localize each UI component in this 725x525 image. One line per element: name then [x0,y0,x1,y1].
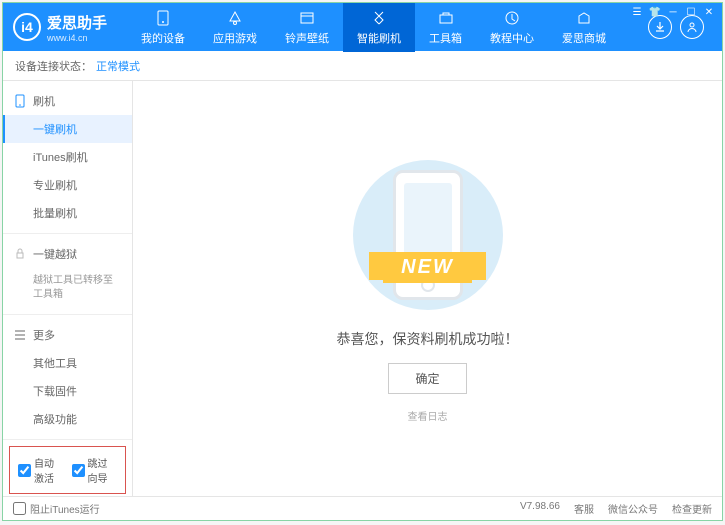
status-label: 设备连接状态： [15,58,92,74]
block-itunes-checkbox[interactable]: 阻止iTunes运行 [13,501,100,516]
success-message: 恭喜您，保资料刷机成功啦！ [337,329,519,349]
phone-icon [13,94,27,108]
nav-icon-6 [575,9,593,27]
success-illustration: NEW [333,155,523,315]
user-button[interactable] [680,15,704,39]
app-title: 爱思助手 [47,12,107,33]
version-label: V7.98.66 [520,501,560,516]
app-url: www.i4.cn [47,33,107,43]
skin-icon[interactable]: 👕 [648,7,662,17]
sidebar-item-flash-1[interactable]: iTunes刷机 [3,143,132,171]
nav-icon-1 [226,9,244,27]
sidebar-item-more-1[interactable]: 下载固件 [3,377,132,405]
skip-guide-checkbox[interactable]: 跳过向导 [72,455,118,485]
nav-icon-5 [503,9,521,27]
nav-item-5[interactable]: 教程中心 [476,3,548,52]
footer-link-update[interactable]: 检查更新 [672,501,712,516]
menu-icon[interactable]: ☰ [630,7,644,17]
footer-link-support[interactable]: 客服 [574,501,594,516]
sidebar: 刷机 一键刷机iTunes刷机专业刷机批量刷机 一键越狱 越狱工具已转移至工具箱… [3,81,133,496]
nav-item-2[interactable]: 铃声壁纸 [271,3,343,52]
logo-icon: i4 [13,13,41,41]
new-ribbon: NEW [383,252,472,283]
view-log-link[interactable]: 查看日志 [408,408,448,423]
nav-icon-4 [437,9,455,27]
status-bar: 设备连接状态： 正常模式 [3,51,722,81]
nav-item-3[interactable]: 智能刷机 [343,3,415,52]
main-nav: 我的设备应用游戏铃声壁纸智能刷机工具箱教程中心爱思商城 [127,3,648,52]
nav-item-1[interactable]: 应用游戏 [199,3,271,52]
auto-activate-checkbox[interactable]: 自动激活 [18,455,64,485]
sidebar-item-flash-0[interactable]: 一键刷机 [3,115,132,143]
lock-icon [13,247,27,261]
nav-icon-0 [154,9,172,27]
main-content: NEW 恭喜您，保资料刷机成功啦！ 确定 查看日志 [133,81,722,496]
close-button[interactable]: ✕ [702,7,716,17]
sidebar-group-jailbreak[interactable]: 一键越狱 [3,240,132,268]
sidebar-item-flash-2[interactable]: 专业刷机 [3,171,132,199]
footer-link-wechat[interactable]: 微信公众号 [608,501,658,516]
list-icon [13,328,27,342]
titlebar: i4 爱思助手 www.i4.cn 我的设备应用游戏铃声壁纸智能刷机工具箱教程中… [3,3,722,51]
maximize-button[interactable]: ☐ [684,7,698,17]
nav-icon-3 [370,9,388,27]
jailbreak-note: 越狱工具已转移至工具箱 [3,268,132,308]
option-checkboxes: 自动激活 跳过向导 [9,446,126,494]
sidebar-item-more-2[interactable]: 高级功能 [3,405,132,433]
status-value: 正常模式 [96,58,140,74]
sidebar-item-more-0[interactable]: 其他工具 [3,349,132,377]
nav-item-0[interactable]: 我的设备 [127,3,199,52]
nav-icon-2 [298,9,316,27]
download-button[interactable] [648,15,672,39]
app-logo: i4 爱思助手 www.i4.cn [13,12,107,43]
footer: 阻止iTunes运行 V7.98.66 客服 微信公众号 检查更新 [3,496,722,520]
nav-item-4[interactable]: 工具箱 [415,3,476,52]
sidebar-item-flash-3[interactable]: 批量刷机 [3,199,132,227]
sidebar-group-flash[interactable]: 刷机 [3,87,132,115]
window-controls: ☰ 👕 ─ ☐ ✕ [630,7,716,17]
sidebar-group-more[interactable]: 更多 [3,321,132,349]
ok-button[interactable]: 确定 [388,363,466,394]
nav-item-6[interactable]: 爱思商城 [548,3,620,52]
minimize-button[interactable]: ─ [666,7,680,17]
